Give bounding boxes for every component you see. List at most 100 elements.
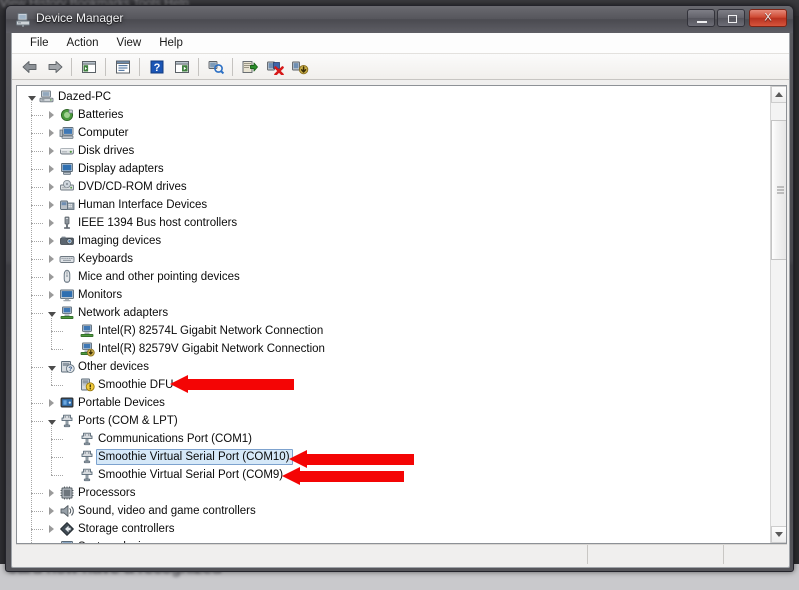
tree-expand-toggle-collapsed[interactable] (45, 214, 58, 232)
menu-file[interactable]: File (21, 35, 58, 51)
tree-item-label: Dazed-PC (56, 89, 114, 105)
tree-connector-line (31, 187, 43, 188)
tree-item[interactable]: Sound, video and game controllers (17, 502, 771, 520)
tree-item[interactable]: Intel(R) 82579V Gigabit Network Connecti… (17, 340, 771, 358)
tree-item[interactable]: Smoothie Virtual Serial Port (COM10) (17, 448, 771, 466)
toolbar-separator (71, 58, 72, 76)
tree-expand-toggle-collapsed[interactable] (45, 124, 58, 142)
tree-item[interactable]: Monitors (17, 286, 771, 304)
help-icon[interactable]: ? (145, 56, 168, 78)
tree-item-label: Storage controllers (76, 521, 178, 537)
tree-item-label: Monitors (76, 287, 125, 303)
scroll-up-icon (775, 92, 783, 97)
tree-expand-toggle-collapsed[interactable] (45, 160, 58, 178)
disable-device-icon[interactable] (288, 56, 311, 78)
tree-item[interactable]: DVD/CD-ROM drives (17, 178, 771, 196)
tree-item-label: Intel(R) 82579V Gigabit Network Connecti… (96, 341, 328, 357)
tree-expand-toggle-collapsed[interactable] (45, 286, 58, 304)
maximize-button[interactable] (717, 9, 745, 27)
tree-leaf-connector (65, 430, 78, 448)
tree-expand-toggle-collapsed[interactable] (45, 250, 58, 268)
toolbar-separator (198, 58, 199, 76)
menu-view[interactable]: View (108, 35, 151, 51)
minimize-button[interactable] (687, 9, 715, 27)
tree-item[interactable]: ? Other devices (17, 358, 771, 376)
update-driver-icon[interactable] (238, 56, 261, 78)
uninstall-device-icon[interactable] (263, 56, 286, 78)
tree-expand-toggle-collapsed[interactable] (45, 106, 58, 124)
device-tree[interactable]: Dazed-PCBatteriesComputer Disk drivesDisp… (17, 86, 771, 543)
tree-item-label: Mice and other pointing devices (76, 269, 243, 285)
tree-item[interactable]: Smoothie Virtual Serial Port (COM9) (17, 466, 771, 484)
network-adapter-icon (78, 323, 96, 339)
tree-item[interactable]: Disk drives (17, 142, 771, 160)
tree-expand-toggle-collapsed[interactable] (45, 196, 58, 214)
tree-expand-toggle-expanded[interactable] (45, 538, 58, 543)
other-device-icon: ? (58, 359, 76, 375)
close-button[interactable]: X (749, 9, 787, 27)
scan-for-hardware-changes-icon[interactable] (204, 56, 227, 78)
tree-connector-line (31, 277, 43, 278)
tree-expand-toggle-collapsed[interactable] (45, 268, 58, 286)
tree-item[interactable]: Communications Port (COM1) (17, 430, 771, 448)
tree-item-label: Processors (76, 485, 139, 501)
tree-connector-line (31, 151, 43, 152)
scroll-down-button[interactable] (771, 526, 787, 543)
tree-connector-line (51, 318, 52, 349)
tree-item-label: Sound, video and game controllers (76, 503, 259, 519)
tree-expand-toggle-collapsed[interactable] (45, 520, 58, 538)
view-icon[interactable] (170, 56, 193, 78)
monitor-icon (58, 287, 76, 303)
tree-item[interactable]: IEEE 1394 Bus host controllers (17, 214, 771, 232)
scrollbar-thumb[interactable] (771, 120, 787, 260)
close-icon: X (764, 13, 771, 24)
tree-item[interactable]: System devices (17, 538, 771, 543)
tree-item[interactable]: Ports (COM & LPT) (17, 412, 771, 430)
scrollbar-grip-icon (777, 187, 784, 194)
tree-item[interactable]: Human Interface Devices (17, 196, 771, 214)
scroll-down-icon (775, 532, 783, 537)
menu-action[interactable]: Action (58, 35, 108, 51)
tree-expand-toggle-collapsed[interactable] (45, 142, 58, 160)
tree-item[interactable]: Batteries (17, 106, 771, 124)
tree-item-label: Disk drives (76, 143, 137, 159)
tree-expand-toggle-collapsed[interactable] (45, 178, 58, 196)
show-hide-console-tree-icon[interactable] (77, 56, 100, 78)
tree-item-label: Computer (76, 125, 132, 141)
tree-item[interactable]: Dazed-PC (17, 88, 771, 106)
disk-drive-icon (58, 143, 76, 159)
properties-icon[interactable] (111, 56, 134, 78)
tree-item[interactable]: Intel(R) 82574L Gigabit Network Connecti… (17, 322, 771, 340)
tree-item[interactable]: Imaging devices (17, 232, 771, 250)
tree-item-label: Other devices (76, 359, 152, 375)
tree-expand-toggle-collapsed[interactable] (45, 394, 58, 412)
tree-item[interactable]: Mice and other pointing devices (17, 268, 771, 286)
keyboard-icon (58, 251, 76, 267)
tree-item[interactable]: Portable Devices (17, 394, 771, 412)
tree-item[interactable]: Storage controllers (17, 520, 771, 538)
tree-item-label: Network adapters (76, 305, 171, 321)
tree-item[interactable]: Computer (17, 124, 771, 142)
forward-icon[interactable] (43, 56, 66, 78)
tree-connector-line (51, 349, 63, 350)
tree-item[interactable]: Processors (17, 484, 771, 502)
tree-expand-toggle-collapsed[interactable] (45, 502, 58, 520)
back-icon[interactable] (18, 56, 41, 78)
tree-connector-line (31, 115, 43, 116)
title-bar[interactable]: Device Manager X (6, 6, 793, 33)
tree-connector-line (31, 421, 43, 422)
scroll-up-button[interactable] (771, 86, 787, 103)
tree-connector-line (31, 205, 43, 206)
svg-text:?: ? (68, 366, 72, 373)
processor-icon (58, 485, 76, 501)
tree-connector-line (31, 403, 43, 404)
tree-expand-toggle-collapsed[interactable] (45, 232, 58, 250)
tree-item[interactable]: Network adapters (17, 304, 771, 322)
tree-item[interactable]: Smoothie DFU (17, 376, 771, 394)
tree-vertical-scrollbar[interactable] (770, 86, 786, 543)
tree-expand-toggle-collapsed[interactable] (45, 484, 58, 502)
tree-connector-line (51, 385, 63, 386)
menu-help[interactable]: Help (150, 35, 192, 51)
tree-item[interactable]: Display adapters (17, 160, 771, 178)
tree-item[interactable]: Keyboards (17, 250, 771, 268)
